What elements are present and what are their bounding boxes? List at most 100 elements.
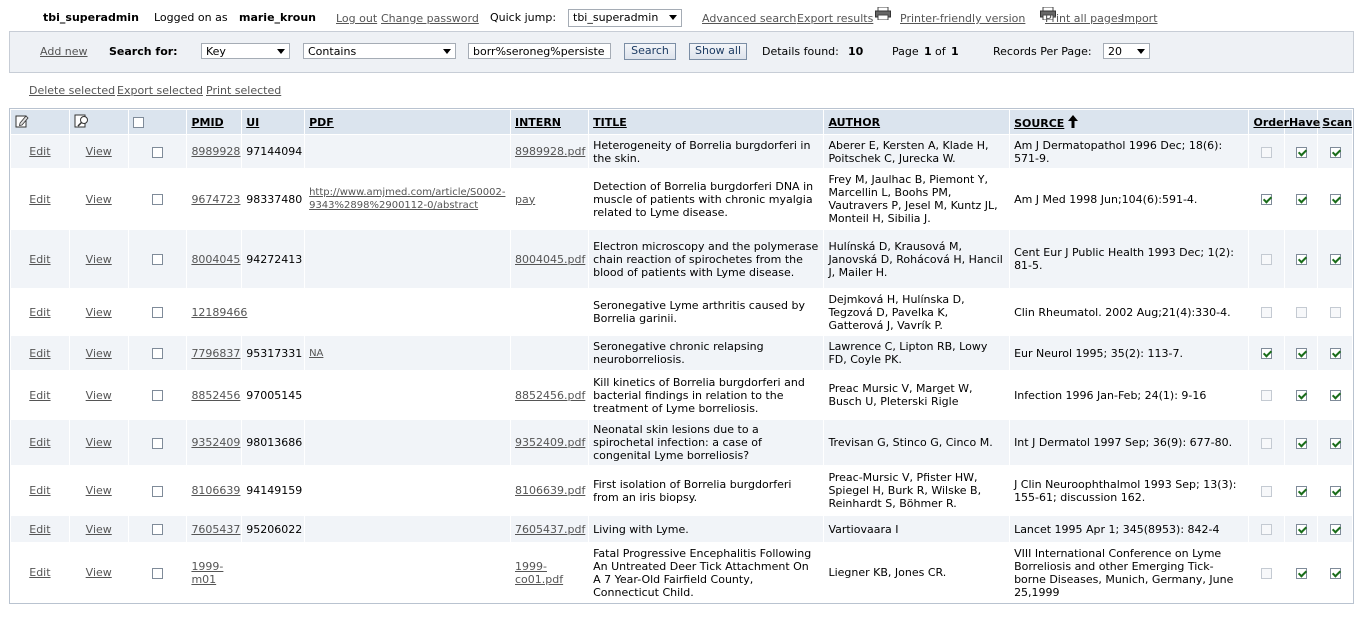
have-checkbox[interactable] (1295, 194, 1307, 205)
scan-sort-link[interactable]: Scan (1322, 116, 1352, 129)
intern-link[interactable]: 8852456.pdf (515, 389, 585, 402)
edit-link[interactable]: Edit (29, 389, 50, 402)
scan-column-header[interactable]: Scan (1318, 110, 1352, 134)
view-link[interactable]: View (86, 306, 112, 319)
search-operator-select[interactable]: Contains (303, 43, 456, 59)
ui-column-header[interactable]: UI (242, 110, 305, 134)
row-select-checkbox[interactable] (152, 194, 164, 205)
print-all-pages-link[interactable]: Print all pages (1045, 12, 1123, 25)
pmid-link[interactable]: 9352409 (191, 436, 240, 449)
pmid-link[interactable]: 8004045 (191, 253, 240, 266)
edit-link[interactable]: Edit (29, 566, 50, 579)
intern-column-header[interactable]: INTERN (511, 110, 589, 134)
change-password-link[interactable]: Change password (381, 12, 479, 25)
order-checkbox[interactable] (1261, 194, 1273, 205)
intern-link[interactable]: 8004045.pdf (515, 253, 585, 266)
edit-link[interactable]: Edit (29, 347, 50, 360)
edit-link[interactable]: Edit (29, 484, 50, 497)
row-select-checkbox[interactable] (152, 437, 164, 449)
import-link[interactable]: Import (1121, 12, 1158, 25)
have-checkbox[interactable] (1295, 485, 1307, 497)
pmid-link[interactable]: 8989928 (191, 145, 240, 158)
scan-checkbox[interactable] (1329, 567, 1341, 579)
edit-link[interactable]: Edit (29, 306, 50, 319)
pmid-link[interactable]: 9674723 (191, 193, 240, 206)
pdf-column-header[interactable]: PDF (305, 110, 510, 134)
scan-checkbox[interactable] (1329, 254, 1341, 265)
select-all-checkbox[interactable] (132, 117, 144, 128)
pmid-link[interactable]: 8106639 (191, 484, 240, 497)
pmid-link[interactable]: 1999-m01 (191, 560, 223, 586)
view-link[interactable]: View (86, 566, 112, 579)
order-sort-link[interactable]: Order (1253, 116, 1289, 129)
row-select-checkbox[interactable] (152, 348, 164, 359)
have-checkbox[interactable] (1295, 524, 1307, 535)
row-select-checkbox[interactable] (152, 485, 164, 497)
pmid-link[interactable]: 7605437 (191, 523, 240, 536)
pdf-link[interactable]: NA (309, 348, 323, 359)
view-link[interactable]: View (86, 145, 112, 158)
have-checkbox[interactable] (1295, 567, 1307, 579)
author-column-header[interactable]: AUTHOR (824, 110, 1010, 134)
have-checkbox[interactable] (1295, 437, 1307, 449)
delete-selected-link[interactable]: Delete selected (29, 84, 115, 97)
row-select-checkbox[interactable] (152, 567, 164, 579)
export-selected-link[interactable]: Export selected (117, 84, 203, 97)
view-link[interactable]: View (86, 389, 112, 402)
title-sort-link[interactable]: TITLE (593, 116, 627, 129)
view-link[interactable]: View (86, 436, 112, 449)
records-per-page-select[interactable]: 20 (1103, 43, 1150, 59)
search-field-select[interactable]: Key (201, 43, 290, 59)
edit-link[interactable]: Edit (29, 523, 50, 536)
pmid-link[interactable]: 12189466 (191, 306, 247, 319)
scan-checkbox[interactable] (1329, 524, 1341, 535)
search-button[interactable]: Search (624, 43, 676, 60)
edit-link[interactable]: Edit (29, 193, 50, 206)
row-select-checkbox[interactable] (152, 524, 164, 535)
scan-checkbox[interactable] (1329, 485, 1341, 497)
pmid-sort-link[interactable]: PMID (191, 116, 223, 129)
pmid-column-header[interactable]: PMID (187, 110, 242, 134)
source-sort-link[interactable]: SOURCE (1014, 117, 1064, 130)
have-sort-link[interactable]: Have (1289, 116, 1320, 129)
edit-link[interactable]: Edit (29, 145, 50, 158)
intern-link[interactable]: 8106639.pdf (515, 484, 585, 497)
edit-link[interactable]: Edit (29, 253, 50, 266)
order-column-header[interactable]: Order (1249, 110, 1289, 134)
print-selected-link[interactable]: Print selected (206, 84, 281, 97)
row-select-checkbox[interactable] (152, 146, 164, 158)
row-select-checkbox[interactable] (152, 307, 164, 318)
intern-link[interactable]: 7605437.pdf (515, 523, 585, 536)
source-column-header[interactable]: SOURCE (1010, 110, 1249, 134)
have-checkbox[interactable] (1295, 146, 1307, 158)
intern-sort-link[interactable]: INTERN (515, 116, 561, 129)
pdf-sort-link[interactable]: PDF (309, 116, 334, 129)
view-link[interactable]: View (86, 253, 112, 266)
pdf-link[interactable]: http://www.amjmed.com/article/S0002-9343… (309, 187, 505, 211)
logout-link[interactable]: Log out (336, 12, 377, 25)
scan-checkbox[interactable] (1329, 437, 1341, 449)
advanced-search-link[interactable]: Advanced search (702, 12, 796, 25)
add-new-link[interactable]: Add new (40, 45, 88, 58)
scan-checkbox[interactable] (1329, 390, 1341, 401)
ui-sort-link[interactable]: UI (246, 116, 259, 129)
have-checkbox[interactable] (1295, 348, 1307, 359)
view-link[interactable]: View (86, 523, 112, 536)
have-checkbox[interactable] (1295, 390, 1307, 401)
search-query-input[interactable]: borr%seroneg%persiste (468, 43, 611, 59)
order-checkbox[interactable] (1261, 348, 1273, 359)
pmid-link[interactable]: 7796837 (191, 347, 240, 360)
intern-link[interactable]: pay (515, 193, 535, 206)
view-link[interactable]: View (86, 484, 112, 497)
title-column-header[interactable]: TITLE (589, 110, 824, 134)
author-sort-link[interactable]: AUTHOR (828, 116, 880, 129)
intern-link[interactable]: 9352409.pdf (515, 436, 585, 449)
printer-icon[interactable] (875, 6, 891, 21)
scan-checkbox[interactable] (1329, 348, 1341, 359)
intern-link[interactable]: 8989928.pdf (515, 145, 585, 158)
show-all-button[interactable]: Show all (689, 43, 747, 60)
have-column-header[interactable]: Have (1284, 110, 1320, 134)
printer-friendly-link[interactable]: Printer-friendly version (900, 12, 1025, 25)
row-select-checkbox[interactable] (152, 254, 164, 265)
quick-jump-select[interactable]: tbi_superadmin (568, 9, 682, 27)
